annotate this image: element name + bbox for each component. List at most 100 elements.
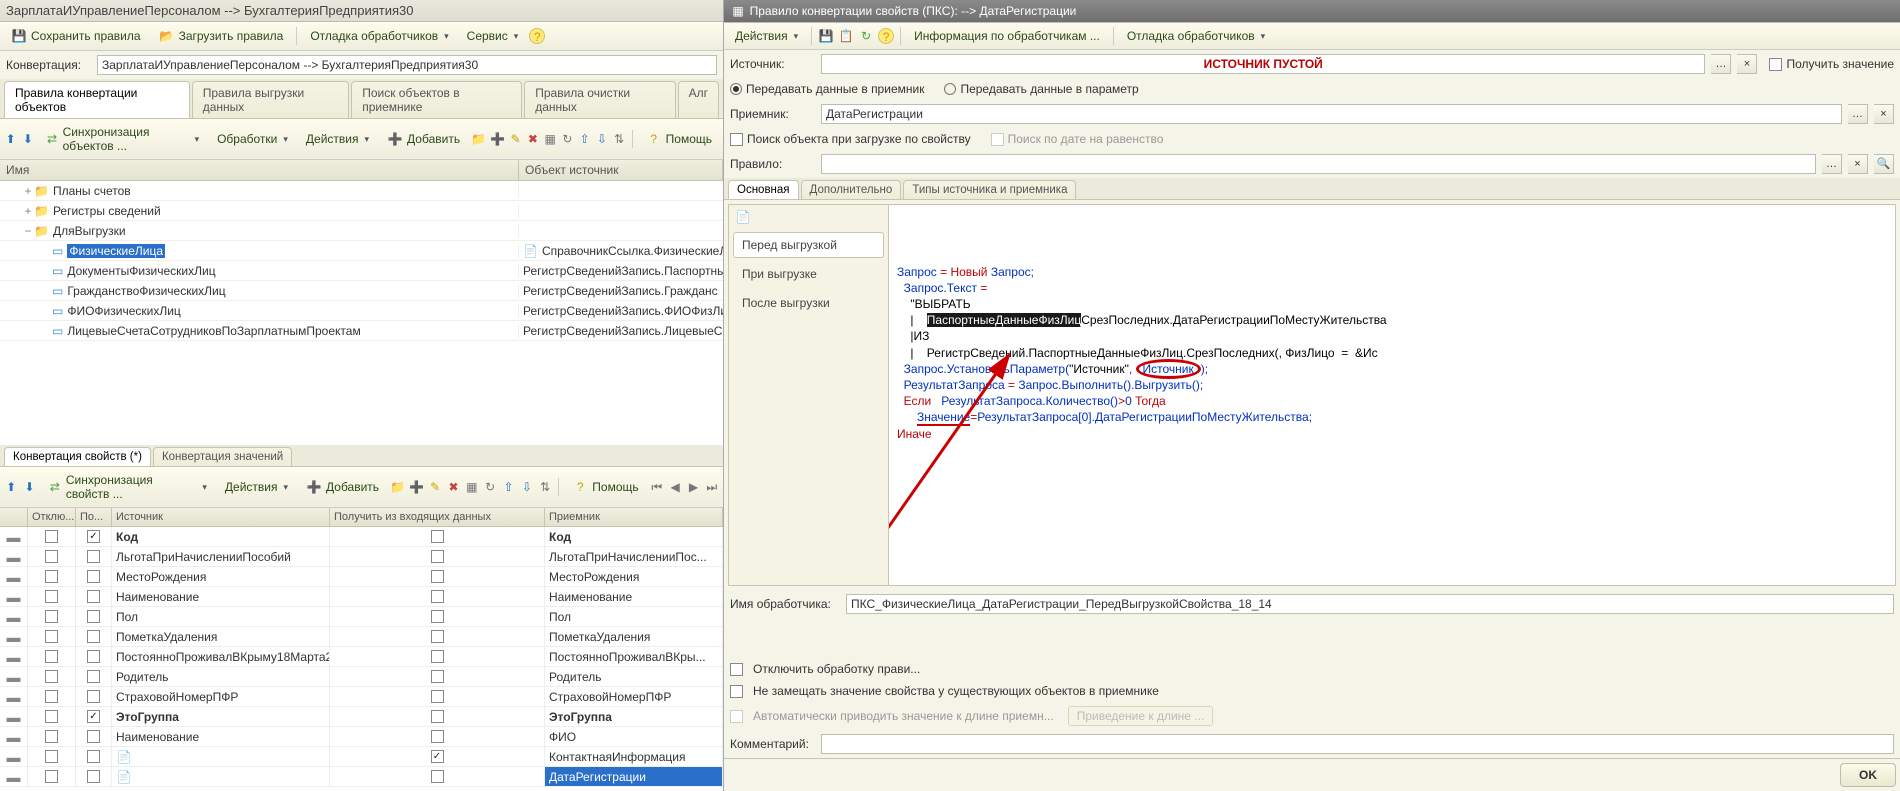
drag-handle-icon[interactable]: ▬	[7, 709, 21, 725]
search-on-load-checkbox[interactable]	[730, 133, 743, 146]
filter-icon[interactable]: ▦	[544, 131, 557, 147]
drag-handle-icon[interactable]: ▬	[7, 629, 21, 645]
po-checkbox[interactable]	[87, 610, 100, 623]
sync-props-button[interactable]: ⇄Синхронизация свойств ...	[41, 470, 214, 504]
dialog-tab-0[interactable]: Основная	[728, 180, 799, 199]
rule-search-button[interactable]: 🔍	[1874, 154, 1894, 174]
auto-length-checkbox[interactable]	[730, 710, 743, 723]
tree-row[interactable]: ▭ДокументыФизическихЛицРегистрСведенийЗа…	[0, 261, 723, 281]
copy-icon[interactable]: 📋	[838, 28, 854, 44]
po-checkbox[interactable]	[87, 770, 100, 783]
move-up-icon[interactable]: ⇧	[578, 131, 591, 147]
refresh-icon[interactable]: ↻	[483, 479, 497, 495]
drag-handle-icon[interactable]: ▬	[7, 549, 21, 565]
move-down-icon[interactable]: ⇩	[595, 131, 608, 147]
conversion-input[interactable]: ЗарплатаИУправлениеПерсоналом --> Бухгал…	[97, 55, 717, 75]
disable-checkbox[interactable]	[45, 530, 58, 543]
sort-icon[interactable]: ⇅	[538, 479, 552, 495]
grid-row[interactable]: ▬📄ДатаРегистрации	[0, 767, 723, 787]
dialog-debug-menu[interactable]: Отладка обработчиков	[1120, 26, 1272, 46]
get-incoming-checkbox[interactable]	[431, 650, 444, 663]
disable-checkbox[interactable]	[45, 730, 58, 743]
source-input[interactable]: ИСТОЧНИК ПУСТОЙ	[821, 54, 1705, 74]
grid-row[interactable]: ▬СтраховойНомерПФРСтраховойНомерПФР	[0, 687, 723, 707]
arrow-down-icon[interactable]: ⬇	[21, 131, 34, 147]
disable-checkbox[interactable]	[45, 710, 58, 723]
disable-checkbox[interactable]	[45, 770, 58, 783]
save-icon[interactable]: 💾	[818, 28, 834, 44]
dialog-tab-1[interactable]: Дополнительно	[801, 180, 902, 199]
move-down-icon[interactable]: ⇩	[520, 479, 534, 495]
disable-checkbox[interactable]	[45, 750, 58, 763]
disable-checkbox[interactable]	[45, 650, 58, 663]
edit-icon[interactable]: ✎	[428, 479, 442, 495]
po-checkbox[interactable]	[87, 650, 100, 663]
sub-tab-0[interactable]: Конвертация свойств (*)	[4, 447, 151, 466]
comment-input[interactable]	[821, 734, 1894, 754]
po-checkbox[interactable]	[87, 750, 100, 763]
disable-checkbox[interactable]	[45, 630, 58, 643]
dialog-tab-2[interactable]: Типы источника и приемника	[903, 180, 1076, 199]
arrow-up-icon[interactable]: ⬆	[4, 479, 18, 495]
get-incoming-checkbox[interactable]	[431, 710, 444, 723]
tree-body[interactable]: +📁Планы счетов+📁Регистры сведений−📁ДляВы…	[0, 181, 723, 445]
help-icon[interactable]: ?	[529, 28, 545, 44]
drag-handle-icon[interactable]: ▬	[7, 769, 21, 785]
tree-row[interactable]: ▭ФизическиеЛица📄СправочникСсылка.Физичес…	[0, 241, 723, 261]
add-folder-icon[interactable]: 📁	[390, 479, 405, 495]
code-editor[interactable]: Запрос = Новый Запрос; Запрос.Текст = "В…	[889, 205, 1895, 585]
rule-clear-button[interactable]: ×	[1848, 154, 1868, 174]
grid-row[interactable]: ▬ПостоянноПроживалВКрыму18Марта2...Посто…	[0, 647, 723, 667]
nav-first-icon[interactable]: ⏮	[650, 479, 664, 495]
get-incoming-checkbox[interactable]	[431, 570, 444, 583]
grid-body[interactable]: ▬КодКод▬ЛьготаПриНачисленииПособийЛьгота…	[0, 527, 723, 791]
po-checkbox[interactable]	[87, 630, 100, 643]
grid-row[interactable]: ▬НаименованиеНаименование	[0, 587, 723, 607]
grid-row[interactable]: ▬МестоРожденияМестоРождения	[0, 567, 723, 587]
tree-row[interactable]: +📁Планы счетов	[0, 181, 723, 201]
date-equality-checkbox[interactable]	[991, 133, 1004, 146]
grid-row[interactable]: ▬ЭтоГруппаЭтоГруппа	[0, 707, 723, 727]
grid-row[interactable]: ▬📄КонтактнаяИнформация	[0, 747, 723, 767]
po-checkbox[interactable]	[87, 690, 100, 703]
main-tab-4[interactable]: Алг	[678, 81, 719, 118]
event-item[interactable]: После выгрузки	[733, 290, 884, 316]
grid-row[interactable]: ▬КодКод	[0, 527, 723, 547]
actions-menu[interactable]: Действия	[299, 129, 376, 149]
po-checkbox[interactable]	[87, 710, 100, 723]
drag-handle-icon[interactable]: ▬	[7, 669, 21, 685]
arrow-down-icon[interactable]: ⬇	[22, 479, 36, 495]
drag-handle-icon[interactable]: ▬	[7, 729, 21, 745]
delete-icon[interactable]: ✖	[526, 131, 539, 147]
drag-handle-icon[interactable]: ▬	[7, 749, 21, 765]
disable-checkbox[interactable]	[45, 590, 58, 603]
arrow-up-icon[interactable]: ⬆	[4, 131, 17, 147]
service-menu[interactable]: Сервис	[460, 26, 526, 46]
help-button[interactable]: ?Помощь	[639, 128, 719, 150]
filter-icon[interactable]: ▦	[465, 479, 479, 495]
add-item-icon[interactable]: ➕	[490, 131, 505, 147]
tree-row[interactable]: ▭ФИОФизическихЛицРегистрСведенийЗапись.Ф…	[0, 301, 723, 321]
no-replace-checkbox[interactable]	[730, 685, 743, 698]
event-item[interactable]: При выгрузке	[733, 261, 884, 287]
get-incoming-checkbox[interactable]	[431, 590, 444, 603]
sort-icon[interactable]: ⇅	[613, 131, 626, 147]
po-checkbox[interactable]	[87, 550, 100, 563]
add-button[interactable]: ➕Добавить	[380, 128, 467, 150]
get-value-checkbox[interactable]	[1769, 58, 1782, 71]
add-folder-icon[interactable]: 📁	[471, 131, 486, 147]
edit-icon[interactable]: ✎	[509, 131, 522, 147]
grid-help-button[interactable]: ?Помощь	[565, 476, 645, 498]
nav-prev-icon[interactable]: ◀	[668, 479, 682, 495]
handler-name-input[interactable]: ПКС_ФизическиеЛица_ДатаРегистрации_Перед…	[846, 594, 1894, 614]
tree-row[interactable]: +📁Регистры сведений	[0, 201, 723, 221]
drag-handle-icon[interactable]: ▬	[7, 609, 21, 625]
disable-checkbox[interactable]	[45, 610, 58, 623]
po-checkbox[interactable]	[87, 570, 100, 583]
radio-to-receiver[interactable]	[730, 83, 742, 95]
po-checkbox[interactable]	[87, 530, 100, 543]
nav-next-icon[interactable]: ▶	[686, 479, 700, 495]
get-incoming-checkbox[interactable]	[431, 750, 444, 763]
tree-row[interactable]: ▭ЛицевыеСчетаСотрудниковПоЗарплатнымПрое…	[0, 321, 723, 341]
refresh-icon[interactable]: ↻	[561, 131, 574, 147]
